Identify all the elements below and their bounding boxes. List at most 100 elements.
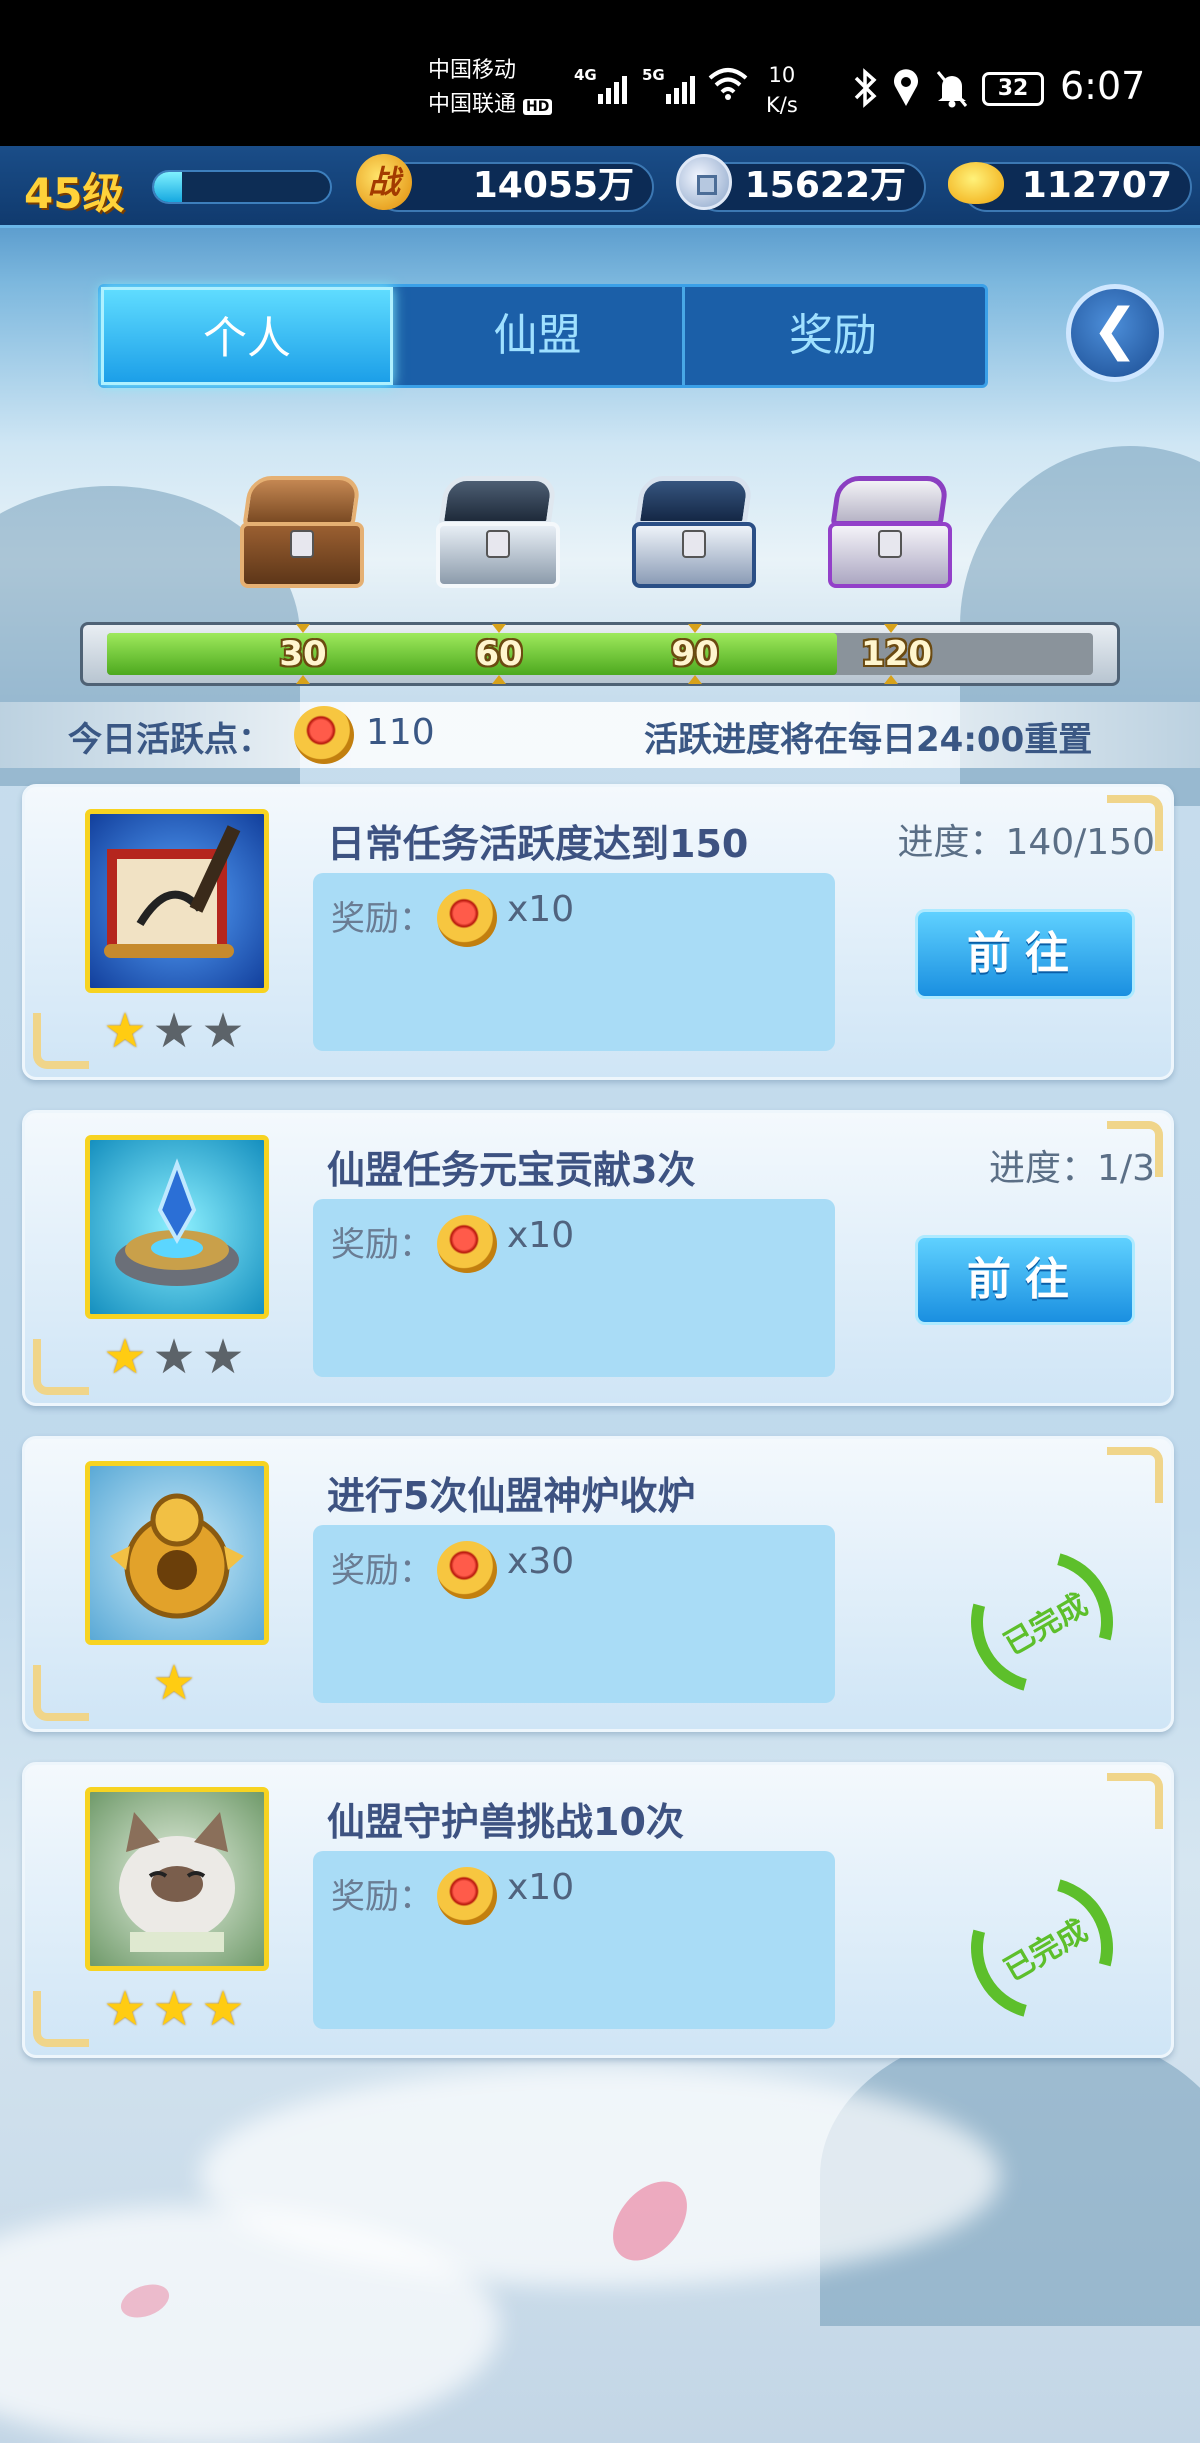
combat-power-display: 14055万 [374, 162, 654, 212]
battery-indicator: 32 [982, 72, 1044, 106]
star-icon: ★ [152, 1981, 202, 2037]
game-screen: 45级 14055万 战 15622万 112707 个人 仙盟 奖励 ❮ 30… [0, 146, 1200, 2443]
golden-furnace-icon [85, 1461, 269, 1645]
activity-medal-icon [437, 889, 497, 947]
corner-ornament [33, 1665, 89, 1721]
carrier-names: 中国移动 中国联通 HD [428, 54, 553, 124]
resource-bar: 45级 14055万 战 15622万 112707 [0, 146, 1200, 228]
reward-box: 奖励： x10 [313, 873, 835, 1051]
completed-stamp: 已完成 [945, 1525, 1139, 1719]
tab-alliance[interactable]: 仙盟 [393, 287, 685, 385]
task-title: 仙盟任务元宝贡献3次 [327, 1148, 696, 1192]
star-icon: ★ [152, 1003, 202, 1059]
tab-personal[interactable]: 个人 [101, 287, 393, 385]
difficulty-stars: ★★★ [83, 1003, 271, 1059]
tab-bar: 个人 仙盟 奖励 [98, 284, 988, 388]
wifi-icon [708, 66, 748, 100]
bluetooth-icon [852, 68, 878, 112]
reset-note: 活跃进度将在每日24:00重置 [644, 720, 1093, 760]
combat-power-value: 14055万 [472, 165, 634, 206]
lock-icon [486, 530, 510, 558]
task-title: 仙盟守护兽挑战10次 [327, 1800, 684, 1844]
milestone-label: 30 [273, 624, 333, 684]
activity-chest-30[interactable] [240, 476, 364, 588]
star-icon: ★ [152, 1655, 202, 1711]
today-activity-value: 110 [366, 712, 435, 753]
corner-ornament [1107, 1773, 1163, 1829]
go-button[interactable]: 前往 [915, 1235, 1135, 1325]
reward-quantity: x10 [507, 1215, 575, 1256]
completed-stamp: 已完成 [945, 1851, 1139, 2045]
task-progress: 进度：1/3 [989, 1148, 1155, 1189]
milestone-label: 120 [861, 624, 932, 684]
star-icon: ★ [103, 1329, 153, 1385]
task-card: ★ 进行5次仙盟神炉收炉 奖励： x30 已完成 [22, 1436, 1174, 1732]
milestone-label: 90 [665, 624, 725, 684]
reward-quantity: x10 [507, 1867, 575, 1908]
reward-label: 奖励： [331, 1551, 433, 1591]
player-level: 45级 [24, 169, 125, 218]
task-progress: 进度：140/150 [897, 822, 1155, 863]
back-arrow-icon: ❮ [1091, 297, 1139, 362]
activity-medal-icon [437, 1215, 497, 1273]
status-bar: 中国移动 中国联通 HD 4G 5G 10 K/s 32 6:07 [0, 0, 1200, 146]
carrier-2: 中国联通 HD [428, 88, 553, 124]
activity-progress-bar: 30 60 90 120 [80, 622, 1120, 686]
star-icon: ★ [201, 1329, 251, 1385]
lock-icon [878, 530, 902, 558]
activity-medal-icon [437, 1541, 497, 1599]
silver-coin-icon [676, 154, 732, 210]
corner-ornament [33, 1339, 89, 1395]
signal-strength-icon [594, 74, 632, 104]
reward-label: 奖励： [331, 899, 433, 939]
task-title: 进行5次仙盟神炉收炉 [327, 1474, 696, 1518]
completed-label: 已完成 [998, 1587, 1094, 1663]
star-icon: ★ [103, 1981, 153, 2037]
experience-bar [152, 170, 332, 204]
corner-ornament [1107, 1447, 1163, 1503]
mute-bell-icon [934, 68, 970, 112]
task-card: ★★★ 仙盟任务元宝贡献3次 进度：1/3 奖励： x10 前往 [22, 1110, 1174, 1406]
completed-label: 已完成 [998, 1913, 1094, 1989]
reward-label: 奖励： [331, 1877, 433, 1917]
activity-info-strip: 今日活跃点： 110 活跃进度将在每日24:00重置 [0, 702, 1200, 768]
hd-badge: HD [523, 99, 553, 115]
signal-strength-icon-2 [662, 74, 700, 104]
tab-rewards[interactable]: 奖励 [687, 287, 979, 385]
task-card: ★★★ 仙盟守护兽挑战10次 奖励： x10 已完成 [22, 1762, 1174, 2058]
milestone-label: 60 [469, 624, 529, 684]
gold-value: 112707 [1021, 165, 1172, 206]
lock-icon [682, 530, 706, 558]
difficulty-stars: ★ [83, 1655, 271, 1711]
difficulty-stars: ★★★ [83, 1329, 271, 1385]
activity-medal-icon [294, 706, 354, 764]
activity-chest-90[interactable] [632, 476, 756, 588]
reward-label: 奖励： [331, 1225, 433, 1265]
silver-value: 15622万 [744, 165, 906, 206]
gold-ingot-icon [948, 162, 1004, 204]
scroll-brush-icon [85, 809, 269, 993]
activity-medal-icon [437, 1867, 497, 1925]
reward-quantity: x10 [507, 889, 575, 930]
guardian-cat-icon [85, 1787, 269, 1971]
combat-power-icon: 战 [356, 154, 412, 210]
task-card: ★★★ 日常任务活跃度达到150 进度：140/150 奖励： x10 前往 [22, 784, 1174, 1080]
back-button[interactable]: ❮ [1066, 284, 1164, 382]
lock-icon [290, 530, 314, 558]
difficulty-stars: ★★★ [83, 1981, 271, 2037]
corner-ornament [33, 1013, 89, 1069]
reward-box: 奖励： x10 [313, 1851, 835, 2029]
reward-quantity: x30 [507, 1541, 575, 1582]
go-button[interactable]: 前往 [915, 909, 1135, 999]
star-icon: ★ [201, 1003, 251, 1059]
activity-chest-60[interactable] [436, 476, 560, 588]
carrier-1: 中国移动 [428, 58, 517, 83]
reward-box: 奖励： x10 [313, 1199, 835, 1377]
experience-fill [154, 172, 183, 202]
star-icon: ★ [152, 1329, 202, 1385]
star-icon: ★ [201, 1981, 251, 2037]
today-activity-label: 今日活跃点： [68, 720, 272, 760]
clock: 6:07 [1060, 64, 1146, 108]
activity-chest-120[interactable] [828, 476, 952, 588]
network-speed: 10 K/s [766, 63, 798, 117]
